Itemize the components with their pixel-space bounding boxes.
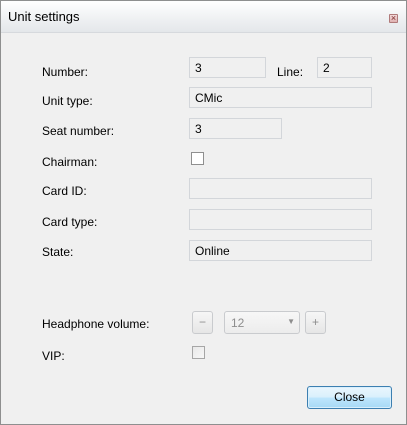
seat-number-field[interactable]: 3 <box>189 118 282 139</box>
card-type-label: Card type: <box>42 215 98 229</box>
vip-label: VIP: <box>42 349 65 363</box>
headphone-volume-value: 12 <box>231 316 245 330</box>
chevron-down-icon: ▼ <box>287 317 295 326</box>
unit-type-field[interactable]: CMic <box>189 87 372 108</box>
close-window-button[interactable]: × <box>389 13 398 23</box>
headphone-volume-label: Headphone volume: <box>42 317 150 331</box>
chairman-checkbox[interactable] <box>191 152 204 165</box>
card-id-field[interactable] <box>189 178 372 199</box>
card-id-label: Card ID: <box>42 184 87 198</box>
unit-settings-window: Unit settings × Number: 3 Line: 2 Unit t… <box>0 0 407 425</box>
title-bar: Unit settings × <box>1 1 406 33</box>
volume-decrease-button[interactable]: − <box>192 311 213 334</box>
state-field[interactable]: Online <box>189 240 372 261</box>
close-button[interactable]: Close <box>307 386 392 409</box>
number-label: Number: <box>42 65 89 79</box>
unit-type-label: Unit type: <box>42 94 93 108</box>
headphone-volume-select[interactable]: 12 ▼ <box>224 311 300 334</box>
volume-increase-button[interactable]: + <box>305 311 326 334</box>
window-title: Unit settings <box>8 9 80 24</box>
vip-checkbox[interactable] <box>192 346 205 359</box>
line-field[interactable]: 2 <box>317 57 372 78</box>
line-label: Line: <box>277 65 304 79</box>
plus-icon: + <box>311 315 319 329</box>
chairman-label: Chairman: <box>42 155 98 169</box>
number-field[interactable]: 3 <box>189 57 266 78</box>
state-label: State: <box>42 245 74 259</box>
card-type-field[interactable] <box>189 209 372 230</box>
close-icon: × <box>390 13 397 23</box>
seat-number-label: Seat number: <box>42 124 115 138</box>
minus-icon: − <box>198 315 206 329</box>
